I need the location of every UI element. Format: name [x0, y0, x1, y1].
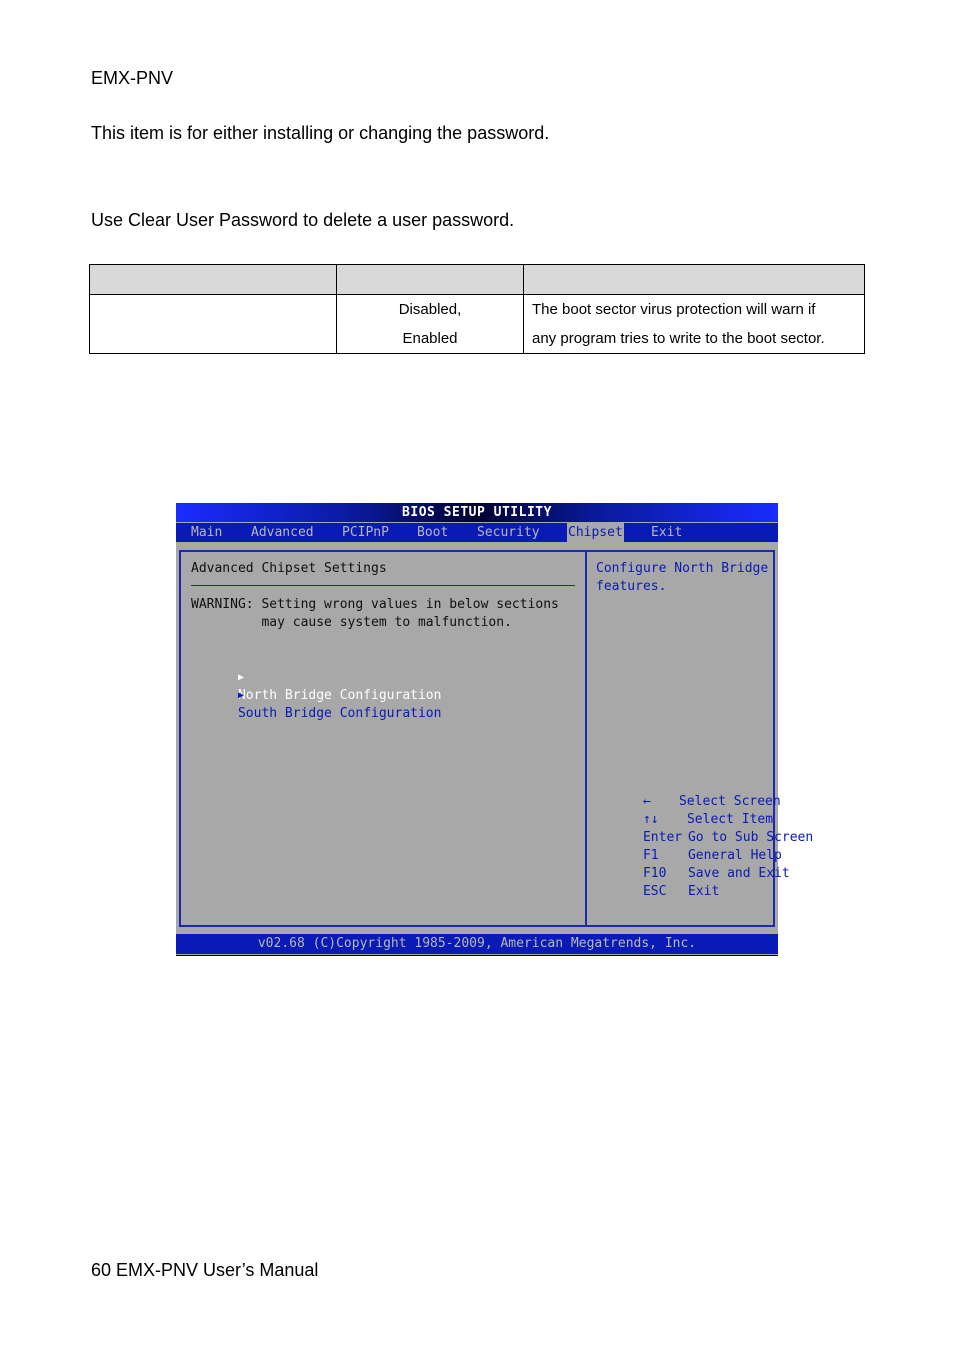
table-header-cell	[89, 264, 337, 295]
bios-title-bar: BIOS SETUP UTILITY	[176, 503, 778, 522]
bios-menu-bar: Main Advanced PCIPnP Boot Security Chips…	[176, 523, 778, 542]
key-hint-exit: ESC Exit	[642, 884, 720, 899]
option-text: Enabled	[402, 330, 458, 347]
table-cell-item	[89, 294, 337, 354]
menu-item-label: South Bridge Configuration	[237, 706, 442, 721]
bios-tab-pcipnp[interactable]: PCIPnP	[341, 523, 390, 542]
section-title: Advanced Chipset Settings	[191, 561, 387, 576]
bios-tab-boot[interactable]: Boot	[416, 523, 449, 542]
bios-screenshot: BIOS SETUP UTILITY Main Advanced PCIPnP …	[176, 503, 813, 956]
table-header-cell	[336, 264, 524, 295]
help-text: Configure North Bridge	[596, 561, 769, 576]
bios-tab-security[interactable]: Security	[476, 523, 541, 542]
table-header-cell	[523, 264, 865, 295]
bios-tab-main[interactable]: Main	[190, 523, 223, 542]
bios-tab-advanced[interactable]: Advanced	[250, 523, 315, 542]
bios-main-panel: Advanced Chipset Settings WARNING: Setti…	[179, 550, 586, 927]
menu-item-south-bridge[interactable]: ▶ South Bridge Configuration	[191, 668, 442, 741]
page-footer: 60 EMX-PNV User’s Manual	[91, 1260, 319, 1280]
paragraph-password-install: This item is for either installing or ch…	[91, 123, 550, 143]
warning-text: WARNING: Setting wrong values in below s…	[191, 597, 559, 612]
warning-text: may cause system to malfunction.	[191, 615, 512, 630]
table-cell-options: Disabled, Enabled	[336, 294, 524, 354]
description-text: The boot sector virus protection will wa…	[532, 301, 816, 318]
bios-help-panel: Configure North Bridge features. ← Select…	[586, 550, 813, 927]
bios-tab-exit[interactable]: Exit	[650, 523, 683, 542]
table-row: Disabled, Enabled The boot sector virus …	[89, 294, 865, 354]
settings-table: Disabled, Enabled The boot sector virus …	[89, 264, 865, 354]
bios-tab-chipset[interactable]: Chipset	[567, 523, 624, 542]
description-text: any program tries to write to the boot s…	[532, 330, 825, 347]
paragraph-clear-password: Use Clear User Password to delete a user…	[91, 210, 515, 230]
table-cell-description: The boot sector virus protection will wa…	[523, 294, 865, 354]
help-text: features.	[596, 579, 667, 594]
bios-copyright-bar: v02.68 (C)Copyright 1985-2009, American …	[176, 934, 778, 954]
submenu-arrow-icon: ▶	[237, 690, 244, 701]
option-text: Disabled,	[398, 301, 462, 318]
document-header: EMX-PNV	[91, 68, 174, 88]
divider	[191, 585, 575, 586]
table-header-row	[89, 264, 865, 295]
